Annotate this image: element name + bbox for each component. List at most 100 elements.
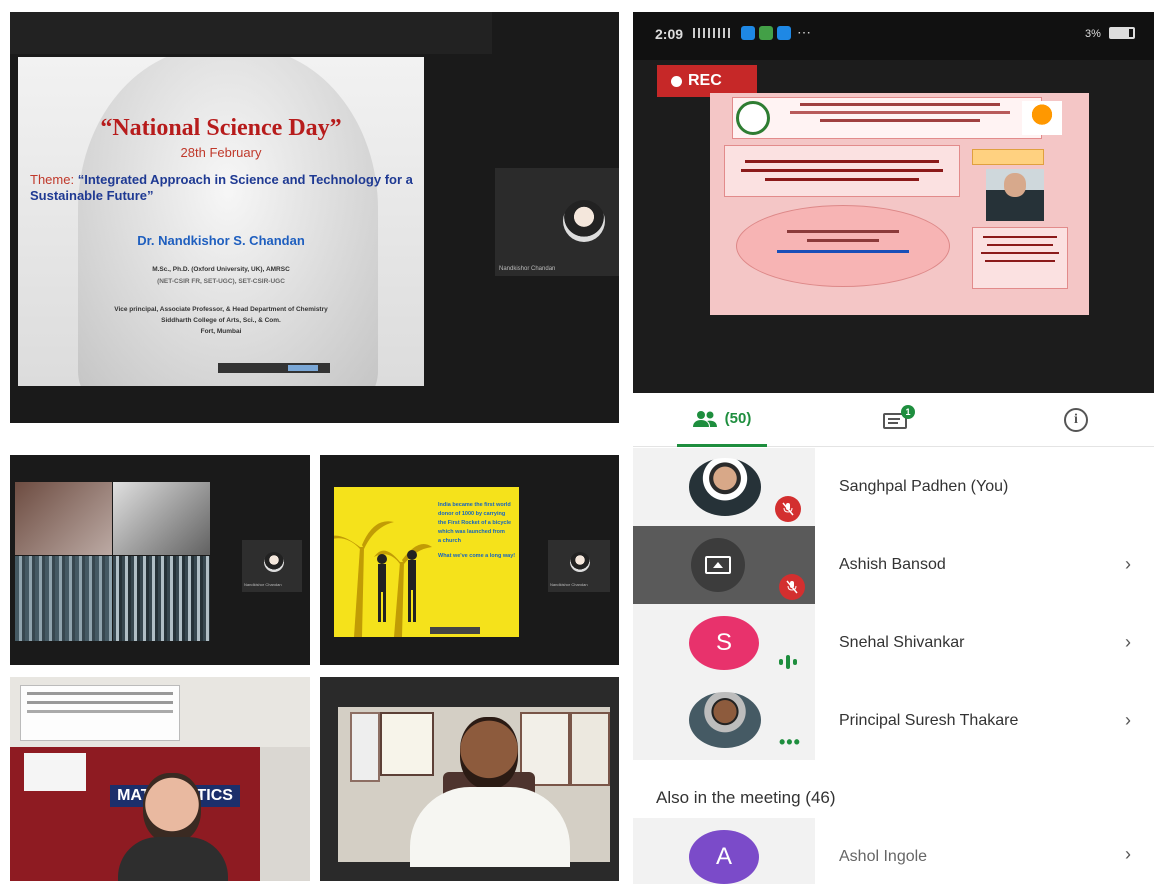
slide-line2: (NET-CSIR FR, SET-UGC), SET-CSIR-UGC xyxy=(157,278,285,285)
speaker-details-box xyxy=(972,227,1068,289)
participant-tile: A xyxy=(633,818,815,884)
participant-avatar xyxy=(689,692,761,748)
slide-title: “National Science Day” xyxy=(100,115,342,141)
participant-avatar xyxy=(689,458,761,516)
rec-label: REC xyxy=(688,72,722,89)
participant-row[interactable]: Sanghpal Padhen (You) xyxy=(633,448,1154,526)
mini-name: Nandkishor Chandan xyxy=(244,582,282,587)
slide-date: 28th February xyxy=(180,145,262,160)
slide-role: Vice principal, Associate Professor, & H… xyxy=(114,306,328,313)
app-icon-1 xyxy=(741,26,755,40)
speaking-indicator-icon xyxy=(779,654,805,670)
poster-topic-box xyxy=(724,145,960,197)
participant-tile xyxy=(633,448,815,526)
slide-college: Siddharth College of Arts, Sci., & Com. xyxy=(161,317,281,324)
participant-tile: S xyxy=(633,604,815,682)
app-icon-3 xyxy=(777,26,791,40)
theme-text: “Integrated Approach in Science and Tech… xyxy=(30,172,413,203)
photo-2 xyxy=(113,482,210,555)
speaker-avatar xyxy=(563,200,605,242)
participant-name: Snehal Shivankar xyxy=(839,634,965,651)
event-details-oval xyxy=(736,205,950,287)
frame-2 xyxy=(380,712,434,776)
collage-tile[interactable]: Nandkishor Chandan xyxy=(10,455,310,665)
mini-speaker-tile-2: Nandkishor Chandan xyxy=(548,540,610,592)
header-line xyxy=(820,119,980,122)
chevron-right-icon[interactable]: › xyxy=(1125,710,1131,731)
frame-1 xyxy=(350,712,380,782)
photo-1 xyxy=(15,482,112,555)
chat-badge: 1 xyxy=(901,405,915,419)
screen-present-icon xyxy=(691,538,745,592)
photo-4 xyxy=(113,556,210,641)
more-notifications-icon: ⋯ xyxy=(797,24,811,40)
header-line xyxy=(800,103,1000,106)
mini-avatar xyxy=(570,552,590,572)
yellow-line: the First Rocket of a bicycle xyxy=(438,520,512,526)
panel-top-band xyxy=(10,12,492,54)
chevron-right-icon[interactable]: › xyxy=(1125,554,1131,575)
speaker-tile[interactable]: Nandkishor Chandan xyxy=(495,168,619,276)
principal-body xyxy=(410,787,570,867)
chat-icon: 1 xyxy=(883,405,915,431)
slide-controls-bar[interactable] xyxy=(218,363,330,373)
people-icon xyxy=(692,410,717,427)
tab-info[interactable]: i xyxy=(1051,393,1101,447)
participant-row[interactable]: Ashish Bansod › xyxy=(633,526,1154,604)
yellow-line: which was launched from xyxy=(438,529,505,535)
status-bar: 2:09 ⋯ 3% xyxy=(633,12,1154,60)
participant-tile: ••• xyxy=(633,682,815,760)
yellow-slide: India became the first world donor of 10… xyxy=(324,487,519,637)
teacher-video-tile[interactable]: MATHEMATICS xyxy=(10,677,310,881)
participant-name: Ashish Bansod xyxy=(839,556,946,573)
yellow-line: India became the first world xyxy=(438,502,511,508)
mini-avatar xyxy=(264,552,284,572)
rec-dot-icon xyxy=(671,75,682,87)
principal-video-tile[interactable] xyxy=(320,677,619,881)
yellow-line: What we've come a long way! xyxy=(438,553,516,559)
info-icon: i xyxy=(1064,408,1088,432)
yellow-slide-tile[interactable]: India became the first world donor of 10… xyxy=(320,455,619,665)
yellow-slide-text: India became the first world donor of 10… xyxy=(438,501,516,561)
participant-initial-avatar: A xyxy=(689,830,759,884)
participant-name: Principal Suresh Thakare xyxy=(839,712,1019,729)
network-label: 3% xyxy=(1085,28,1101,40)
participants-tabbar: (50) 1 i xyxy=(633,393,1154,447)
more-options-icon: ••• xyxy=(779,732,801,752)
participant-name: Ashol Ingole xyxy=(839,848,928,865)
chevron-right-icon[interactable]: › xyxy=(1125,844,1131,865)
principal-face xyxy=(460,717,518,789)
speaker-name: Nandkishor Chandan xyxy=(499,266,556,272)
teacher-face xyxy=(143,773,201,843)
people-count: (50) xyxy=(724,410,752,427)
portrait-logo-right xyxy=(1022,101,1062,135)
participant-initial-avatar: S xyxy=(689,616,759,670)
presented-slide: “National Science Day” 28th February The… xyxy=(18,57,424,386)
chevron-right-icon[interactable]: › xyxy=(1125,632,1131,653)
theme-label: Theme: xyxy=(30,172,75,187)
participant-row[interactable]: A Ashol Ingole › xyxy=(633,818,1154,884)
resource-person-label xyxy=(972,149,1044,165)
status-time: 2:09 xyxy=(655,26,684,42)
participant-tile xyxy=(633,526,815,604)
shared-poster xyxy=(710,93,1089,315)
college-logo-left xyxy=(736,101,770,135)
mic-off-icon xyxy=(775,496,801,522)
notice-board xyxy=(20,685,180,741)
paper-sheet xyxy=(24,753,86,791)
tab-chat[interactable]: 1 xyxy=(863,393,933,447)
yellow-line: a church xyxy=(438,538,461,544)
yellow-line: donor of 1000 by carrying xyxy=(438,511,506,517)
speaker-photo xyxy=(986,169,1044,221)
mini-speaker-tile: Nandkishor Chandan xyxy=(242,540,302,592)
mini-name: Nandkishor Chandan xyxy=(550,582,588,587)
participant-row[interactable]: S Snehal Shivankar › xyxy=(633,604,1154,682)
header-line xyxy=(790,111,1010,114)
slide-theme: Theme: “Integrated Approach in Science a… xyxy=(30,172,415,204)
signal-icon xyxy=(693,28,733,38)
mic-off-icon xyxy=(779,574,805,600)
slide-speaker: Dr. Nandkishor S. Chandan xyxy=(137,233,305,248)
participant-row[interactable]: ••• Principal Suresh Thakare › xyxy=(633,682,1154,760)
tab-people[interactable]: (50) xyxy=(677,393,767,447)
also-in-meeting-heading: Also in the meeting (46) xyxy=(656,788,836,807)
